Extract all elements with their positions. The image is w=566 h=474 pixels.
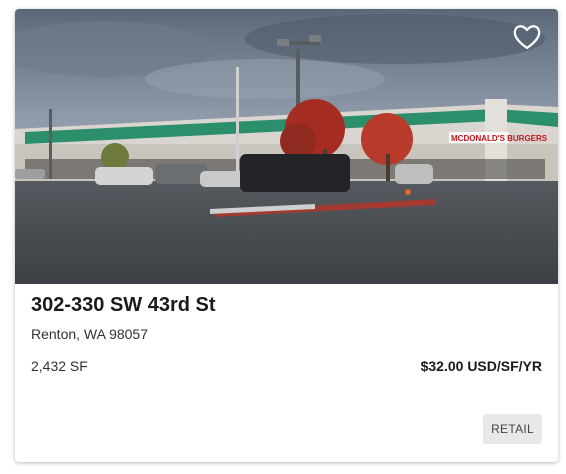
property-type-tag: RETAIL [483, 414, 542, 444]
listing-location: Renton, WA 98057 [31, 326, 149, 342]
listing-size: 2,432 SF [31, 358, 88, 374]
listing-price: $32.00 USD/SF/YR [420, 358, 542, 374]
listing-card[interactable]: MCDONALD'S BURGERS 302-330 SW 43rd St Re… [15, 9, 558, 462]
favorite-heart-icon[interactable] [512, 23, 542, 51]
storefront-sign-text: MCDONALD'S BURGERS [451, 134, 548, 143]
listing-title[interactable]: 302-330 SW 43rd St [31, 294, 216, 317]
listing-photo[interactable]: MCDONALD'S BURGERS [15, 9, 558, 284]
